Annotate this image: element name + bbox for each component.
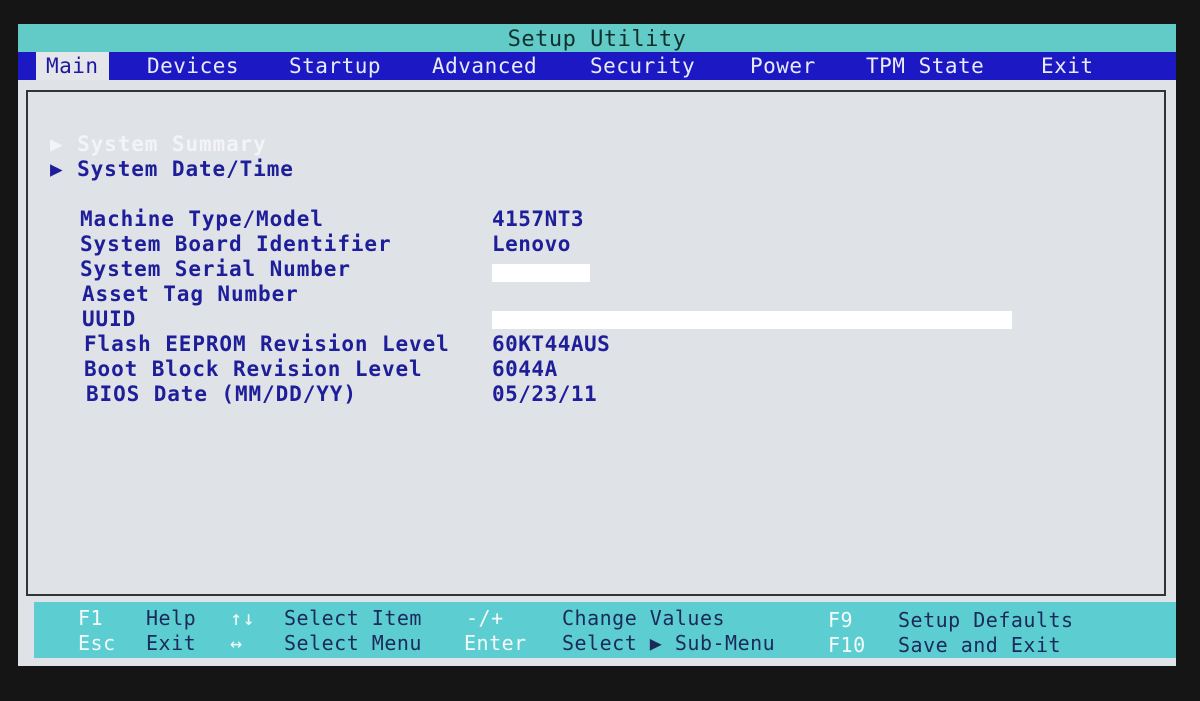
key-desc: Help xyxy=(146,606,197,630)
key-f1: F1 xyxy=(78,606,104,630)
key-desc: Select ▶ Sub-Menu xyxy=(562,631,776,655)
triangle-right-icon: ▶ xyxy=(50,157,78,181)
tab-security[interactable]: Security xyxy=(590,52,695,80)
key-desc: Change Values xyxy=(562,606,726,630)
machine-type-value: 4157NT3 xyxy=(492,207,585,231)
tab-advanced[interactable]: Advanced xyxy=(432,52,537,80)
key-minus-plus: -/+ xyxy=(466,606,504,630)
tab-power[interactable]: Power xyxy=(750,52,816,80)
key-left-right: ↔ xyxy=(230,631,243,655)
flash-eeprom-value: 60KT44AUS xyxy=(492,332,611,356)
key-desc: Setup Defaults xyxy=(898,608,1074,632)
serial-number-redacted xyxy=(492,264,590,282)
field-label: Boot Block Revision Level xyxy=(84,357,423,381)
board-identifier-value: Lenovo xyxy=(492,232,571,256)
key-desc: Select Item xyxy=(284,606,422,630)
field-label: System Serial Number xyxy=(80,257,351,281)
bios-date-value: 05/23/11 xyxy=(492,382,598,406)
key-f9: F9 xyxy=(828,608,854,632)
tab-tpm-state[interactable]: TPM State xyxy=(866,52,984,80)
field-label: BIOS Date (MM/DD/YY) xyxy=(86,382,357,406)
submenu-system-summary[interactable]: ▶ System Summary xyxy=(50,132,267,156)
window-title: Setup Utility xyxy=(18,24,1176,52)
key-up-down: ↑↓ xyxy=(230,606,256,630)
field-label: Machine Type/Model xyxy=(80,207,324,231)
boot-block-value: 6044A xyxy=(492,357,558,381)
tab-main[interactable]: Main xyxy=(36,52,109,80)
key-esc: Esc xyxy=(78,631,116,655)
key-desc: Select Menu xyxy=(284,631,422,655)
triangle-right-icon: ▶ xyxy=(50,132,78,156)
uuid-redacted xyxy=(492,311,1012,329)
key-f10: F10 xyxy=(828,633,866,657)
field-label: Flash EEPROM Revision Level xyxy=(84,332,450,356)
menu-bar: Main Devices Startup Advanced Security P… xyxy=(18,52,1176,80)
key-enter: Enter xyxy=(464,631,527,655)
bios-screen: Setup Utility Main Devices Startup Advan… xyxy=(18,24,1176,666)
field-label: System Board Identifier xyxy=(80,232,392,256)
key-desc: Save and Exit xyxy=(898,633,1062,657)
tab-startup[interactable]: Startup xyxy=(289,52,381,80)
key-desc: Exit xyxy=(146,631,197,655)
tab-devices[interactable]: Devices xyxy=(147,52,239,80)
tab-exit[interactable]: Exit xyxy=(1041,52,1094,80)
field-label: UUID xyxy=(82,307,137,331)
help-footer: F1 Help Esc Exit ↑↓ Select Item ↔ Select… xyxy=(34,602,1176,658)
submenu-system-date-time[interactable]: ▶ System Date/Time xyxy=(50,157,294,181)
field-label: Asset Tag Number xyxy=(82,282,299,306)
